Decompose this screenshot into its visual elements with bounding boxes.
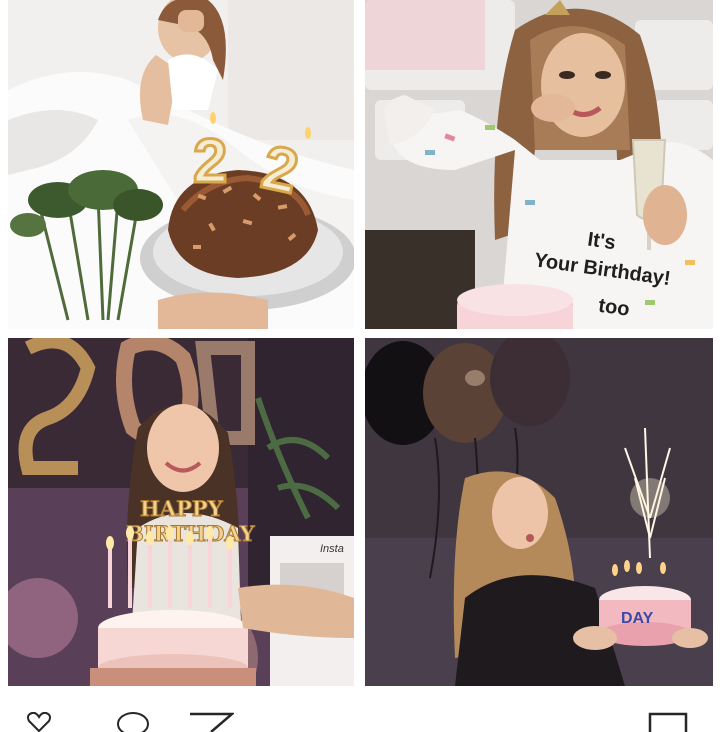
- heart-icon[interactable]: [27, 712, 51, 732]
- birthday-shirt-scene: It's Your Birthday! too: [365, 0, 713, 329]
- candle-digit-1: 2: [193, 127, 227, 196]
- photo-birthday-shirt[interactable]: It's Your Birthday! too: [365, 0, 713, 329]
- share-icon[interactable]: [188, 712, 234, 732]
- sign-line-1: HAPPY: [140, 496, 224, 521]
- comment-icon[interactable]: [115, 712, 151, 732]
- cake-label: DAY: [621, 610, 654, 627]
- bed-cake-scene: 2 2: [8, 0, 354, 329]
- shirt-line-3: too: [597, 295, 631, 321]
- photo-sparkler-cake[interactable]: DAY: [365, 338, 713, 686]
- shirt-line-1: It's: [586, 228, 617, 254]
- happy-birthday-scene: HAPPY BIRTHDAY: [8, 338, 354, 686]
- post-action-bar: [0, 700, 720, 732]
- insta-card-label: Insta: [320, 543, 344, 555]
- photo-collage: 2 2 It's Your Birthday! too HAPPY Insta …: [0, 0, 720, 692]
- sparkler-cake-scene: DAY: [365, 338, 713, 686]
- photo-bed-cake[interactable]: 2 2: [8, 0, 354, 329]
- photo-happy-birthday-sign[interactable]: HAPPY BIRTHDAY: [8, 338, 354, 686]
- bookmark-icon[interactable]: [648, 712, 688, 732]
